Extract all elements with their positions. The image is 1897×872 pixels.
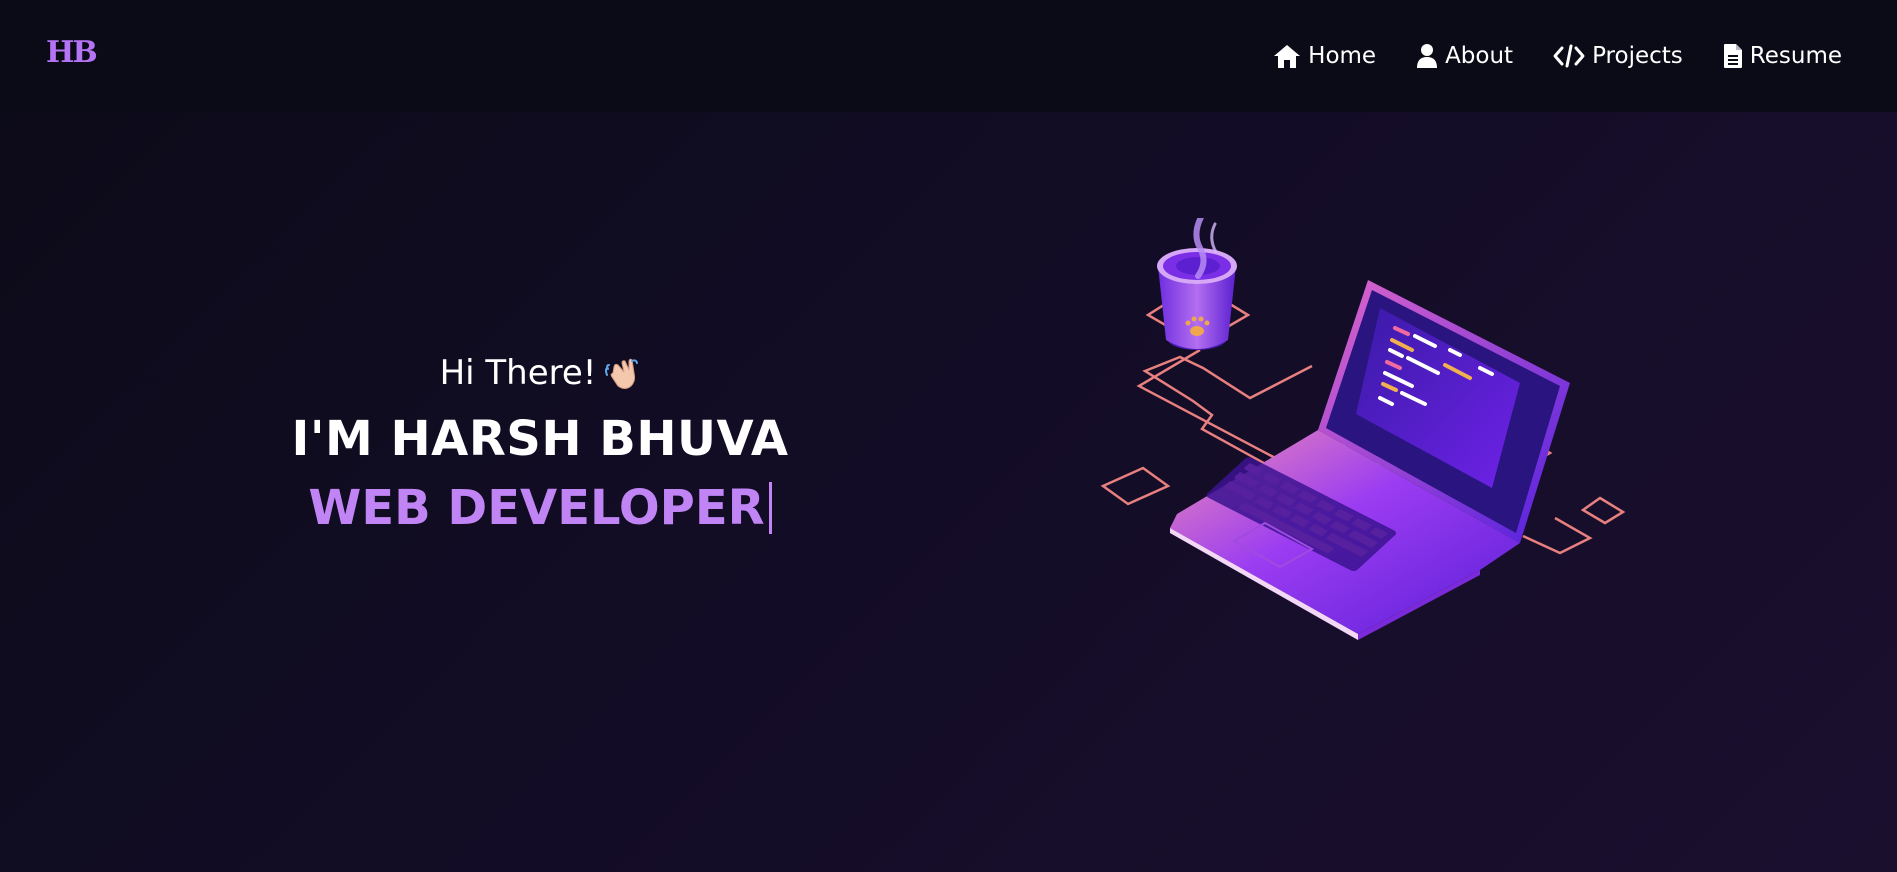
hero-intro: Hi There! I'M HARSH BHUVA WEB DEVELOPER	[280, 350, 800, 538]
code-icon	[1553, 44, 1585, 68]
document-icon	[1723, 43, 1743, 69]
logo[interactable]: HB	[46, 36, 98, 70]
hero-name: I'M HARSH BHUVA	[291, 411, 789, 467]
user-icon	[1416, 43, 1438, 69]
nav-home-link[interactable]: Home	[1273, 43, 1376, 69]
nav-resume-label: Resume	[1749, 43, 1842, 69]
logo-text: HB	[46, 35, 98, 70]
nav-resume-link[interactable]: Resume	[1723, 43, 1842, 69]
nav-links: Home About Projects Resume	[1273, 36, 1842, 76]
typing-cursor	[768, 482, 772, 534]
laptop-coffee-illustration	[1040, 203, 1680, 688]
waving-hand-icon	[604, 355, 640, 391]
nav-home-label: Home	[1308, 43, 1377, 69]
home-icon	[1273, 43, 1301, 69]
nav-projects-link[interactable]: Projects	[1553, 43, 1683, 69]
role-line: WEB DEVELOPER	[280, 478, 800, 538]
nav-about-link[interactable]: About	[1416, 43, 1513, 69]
greeting: Hi There!	[280, 350, 800, 396]
nav-about-label: About	[1445, 43, 1514, 69]
navbar: HB Home About Projects Resume	[0, 0, 1897, 112]
typed-role: WEB DEVELOPER	[308, 480, 765, 536]
nav-projects-label: Projects	[1592, 43, 1683, 69]
greeting-text: Hi There!	[439, 353, 597, 393]
